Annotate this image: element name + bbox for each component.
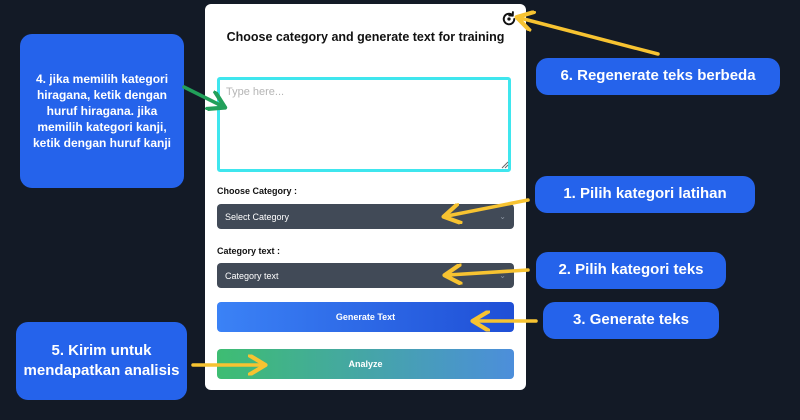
generate-text-button[interactable]: Generate Text (217, 302, 514, 332)
refresh-icon (502, 11, 516, 26)
analyze-button[interactable]: Analyze (217, 349, 514, 379)
arrow-step-6 (520, 18, 660, 56)
category-text-select[interactable]: Category text ⌄ (217, 263, 514, 288)
choose-category-label: Choose Category : (217, 186, 298, 196)
practice-text-input[interactable] (217, 77, 511, 172)
chevron-down-icon: ⌄ (499, 271, 506, 280)
training-form-card: Choose category and generate text for tr… (205, 4, 526, 390)
regenerate-button[interactable] (498, 8, 520, 30)
callout-step-6: 6. Regenerate teks berbeda (536, 58, 780, 95)
choose-category-select[interactable]: Select Category ⌄ (217, 204, 514, 229)
callout-step-4: 4. jika memilih kategori hiragana, ketik… (20, 34, 184, 188)
chevron-down-icon: ⌄ (499, 212, 506, 221)
form-title: Choose category and generate text for tr… (226, 30, 505, 44)
choose-category-value: Select Category (225, 211, 290, 222)
category-text-value: Category text (225, 270, 279, 281)
category-text-label: Category text : (217, 246, 281, 256)
callout-step-2: 2. Pilih kategori teks (536, 252, 726, 289)
callout-step-5: 5. Kirim untuk mendapatkan analisis (16, 322, 187, 400)
callout-step-1: 1. Pilih kategori latihan (535, 176, 755, 213)
callout-step-3: 3. Generate teks (543, 302, 719, 339)
